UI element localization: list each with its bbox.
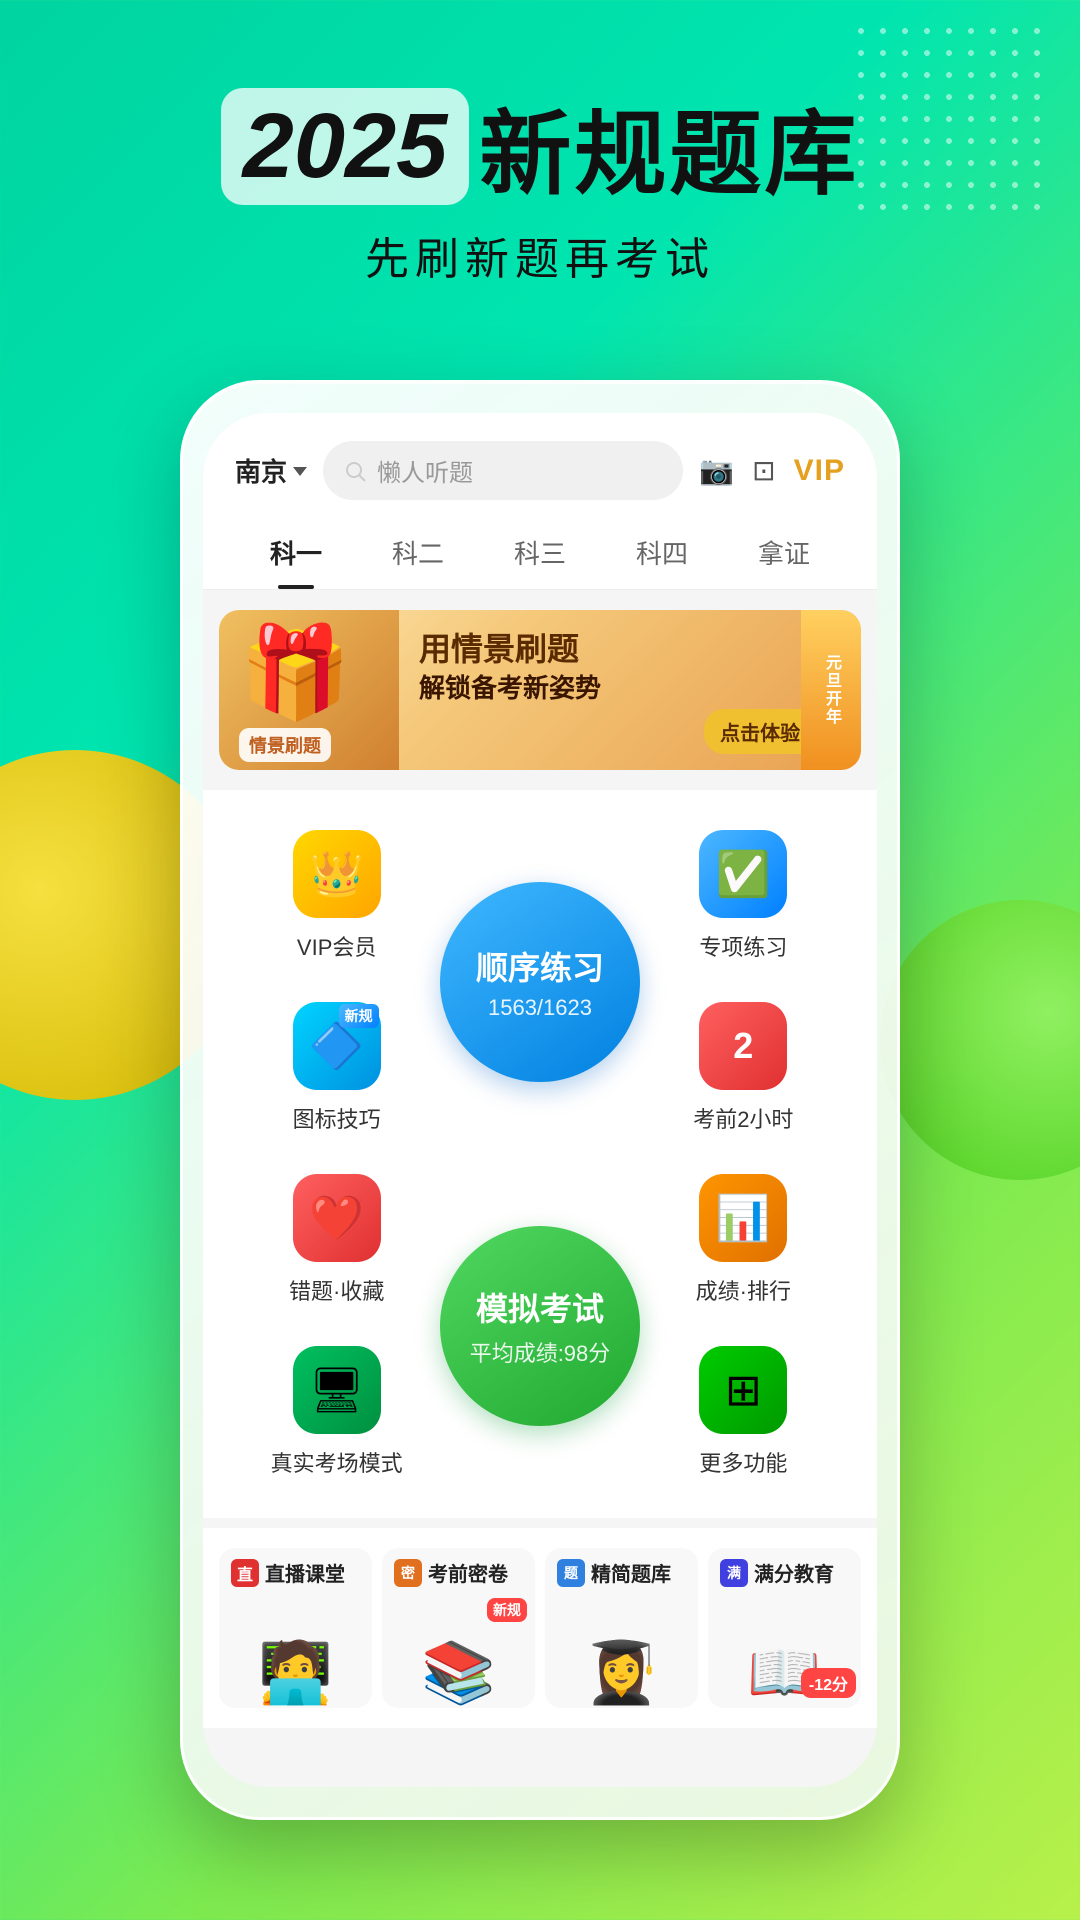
phone-screen: 南京 懒人听题 📷 ⊡ VIP (203, 413, 877, 1787)
year-text: 2025 (243, 95, 448, 197)
wrong-icon: ❤️ (293, 1174, 381, 1262)
simple-image: 👩‍🎓 (545, 1593, 698, 1708)
exam2h-item[interactable]: 2 考前2小时 (683, 982, 803, 1154)
special-item[interactable]: ✅ 专项练习 (689, 810, 797, 982)
tab-nazheng[interactable]: 拿证 (723, 516, 845, 589)
score-item[interactable]: 📊 成绩·排行 (686, 1154, 801, 1326)
city-selector[interactable]: 南京 (235, 452, 307, 489)
nav-tabs: 科一 科二 科三 科四 拿证 (203, 516, 877, 590)
deco-circle-right (880, 900, 1080, 1180)
header-area: 2025 新规题库 先刷新题再考试 (0, 0, 1080, 287)
newrule-item[interactable]: 🔷 新规 图标技巧 (283, 982, 391, 1154)
banner-sub-text: 解锁备考新姿势 (419, 668, 601, 705)
simple-figure-icon: 👩‍🎓 (584, 1643, 659, 1703)
wrong-item[interactable]: ❤️ 错题·收藏 (279, 1154, 394, 1326)
practice-circle[interactable]: 顺序练习 1563/1623 (440, 882, 640, 1082)
banner-main-text: 用情景刷题 (419, 630, 601, 668)
more-label: 更多功能 (699, 1446, 787, 1478)
search-icon (343, 459, 367, 483)
vip-badge[interactable]: VIP (794, 454, 845, 488)
simple-title: 精简题库 (591, 1558, 671, 1587)
wrong-label: 错题·收藏 (289, 1274, 384, 1306)
title-chinese: 新规题库 (479, 80, 859, 213)
full-icon: 满 (720, 1559, 748, 1587)
xinrui-badge: 新规 (339, 1004, 379, 1028)
simple-icon: 题 (557, 1559, 585, 1587)
banner-badge: 情景刷题 (239, 728, 331, 762)
bottom-card-secret[interactable]: 密 考前密卷 📚 新规 (382, 1548, 535, 1708)
exam2h-icon: 2 (699, 1002, 787, 1090)
secret-icon: 密 (394, 1559, 422, 1587)
bottom-card-full-header: 满 满分教育 (708, 1548, 861, 1593)
more-icon: ⊞ (699, 1346, 787, 1434)
special-label: 专项练习 (699, 930, 787, 962)
mock-main-text: 模拟考试 (476, 1284, 604, 1330)
phone-outer: 南京 懒人听题 📷 ⊡ VIP (180, 380, 900, 1820)
main-grid: 👑 VIP会员 顺序练习 1563/1623 ✅ 专项练习 🔷 新规 (203, 790, 877, 1518)
bottom-card-simple[interactable]: 题 精简题库 👩‍🎓 (545, 1548, 698, 1708)
vip-icon: 👑 (293, 830, 381, 918)
practice-progress: 1563/1623 (488, 995, 592, 1021)
bottom-card-live-header: 直 直播课堂 (219, 1548, 372, 1593)
banner-text-area: 用情景刷题 解锁备考新姿势 (419, 630, 601, 705)
top-icons: 📷 ⊡ VIP (699, 454, 845, 488)
camera-icon[interactable]: 📷 (699, 454, 734, 487)
discount-badge: -12分 (801, 1668, 856, 1698)
live-icon: 直 (231, 1559, 259, 1587)
score-icon: 📊 (699, 1174, 787, 1262)
practice-main-text: 顺序练习 (476, 943, 604, 989)
mock-circle[interactable]: 模拟考试 平均成绩:98分 (440, 1226, 640, 1426)
new-badge-secret: 新规 (487, 1598, 527, 1622)
vip-item[interactable]: 👑 VIP会员 (283, 810, 391, 982)
search-bar[interactable]: 懒人听题 (323, 441, 683, 500)
full-image: 📖 -12分 (708, 1593, 861, 1708)
newrule-label: 图标技巧 (293, 1102, 381, 1134)
scan-icon[interactable]: ⊡ (752, 454, 775, 487)
realexam-icon: 🖥 (293, 1346, 381, 1434)
secret-image: 📚 新规 (382, 1593, 535, 1708)
exam2h-label: 考前2小时 (693, 1102, 793, 1134)
realexam-label: 真实考场模式 (271, 1446, 403, 1478)
banner-right-label: 元旦开年 (801, 610, 861, 770)
year-badge: 2025 (221, 88, 470, 205)
bottom-card-simple-header: 题 精简题库 (545, 1548, 698, 1593)
tab-ke4[interactable]: 科四 (601, 516, 723, 589)
live-figure-icon: 🧑‍💻 (258, 1643, 333, 1703)
search-placeholder-text: 懒人听题 (377, 453, 473, 488)
top-bar: 南京 懒人听题 📷 ⊡ VIP (203, 413, 877, 516)
secret-title: 考前密卷 (428, 1558, 508, 1587)
city-label: 南京 (235, 452, 287, 489)
mock-sub-text: 平均成绩:98分 (470, 1336, 611, 1368)
live-title: 直播课堂 (265, 1558, 345, 1587)
bottom-card-secret-header: 密 考前密卷 (382, 1548, 535, 1593)
vip-label: VIP会员 (297, 930, 376, 962)
title-row: 2025 新规题库 (0, 80, 1080, 213)
realexam-item[interactable]: 🖥 真实考场模式 (261, 1326, 413, 1498)
banner-section[interactable]: 🎁 用情景刷题 解锁备考新姿势 点击体验 >> 情景刷题 元旦开年 (219, 610, 861, 770)
secret-figure-icon: 📚 (421, 1643, 496, 1703)
bottom-grid: 直 直播课堂 🧑‍💻 密 考前密卷 (203, 1528, 877, 1728)
full-title: 满分教育 (754, 1558, 834, 1587)
phone-wrapper: 南京 懒人听题 📷 ⊡ VIP (180, 380, 900, 1820)
chevron-down-icon (293, 467, 307, 476)
tab-ke3[interactable]: 科三 (479, 516, 601, 589)
tab-ke2[interactable]: 科二 (357, 516, 479, 589)
more-item[interactable]: ⊞ 更多功能 (689, 1326, 797, 1498)
subtitle: 先刷新题再考试 (0, 223, 1080, 287)
bottom-card-full[interactable]: 满 满分教育 📖 -12分 (708, 1548, 861, 1708)
live-image: 🧑‍💻 (219, 1593, 372, 1708)
special-practice-icon: ✅ (699, 830, 787, 918)
score-label: 成绩·排行 (696, 1274, 791, 1306)
tab-ke1[interactable]: 科一 (235, 516, 357, 589)
banner-gift-box-icon: 🎁 (239, 620, 351, 725)
bottom-card-live[interactable]: 直 直播课堂 🧑‍💻 (219, 1548, 372, 1708)
